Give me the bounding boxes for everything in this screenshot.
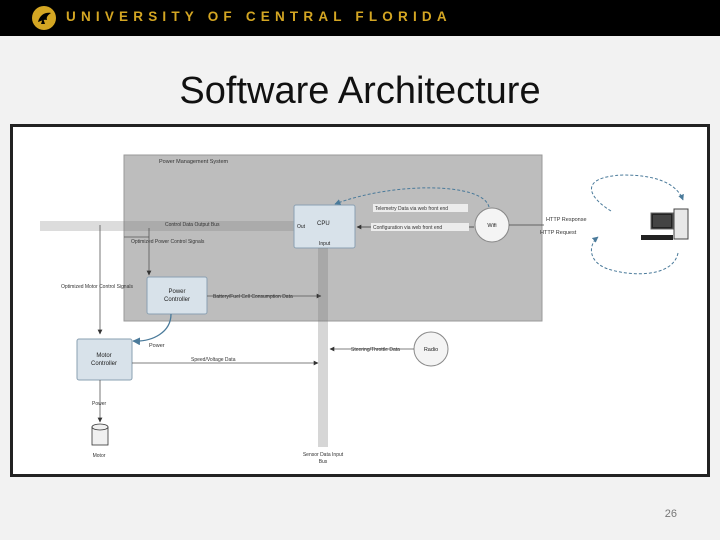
sensor-data-label-1: Sensor Data Input [303, 452, 344, 458]
power-controller-line-1: Power [168, 289, 185, 295]
sensor-data-label-2: Bus [319, 459, 328, 465]
cpu-label: CPU [317, 221, 330, 227]
telemetry-label: Telemetry Data via web front end [375, 206, 448, 212]
power-controller-line-2: Controller [164, 297, 190, 303]
pms-label: Power Management System [159, 159, 229, 165]
slide-title: Software Architecture [179, 70, 541, 112]
optimized-motor-label: Optimized Motor Control Signals [61, 284, 133, 290]
http-request-arrow [590, 236, 679, 275]
motor-power-label: Power [92, 401, 107, 407]
http-response-label: HTTP Response [546, 217, 587, 223]
cpu-out-label: Out [297, 224, 306, 230]
http-response-arrow [591, 174, 684, 212]
pegasus-logo-icon [32, 6, 56, 30]
architecture-diagram: Power Management System Control Data Out… [40, 154, 689, 465]
http-request-label: HTTP Request [540, 230, 577, 236]
motor-label: Motor [93, 453, 106, 459]
configuration-label: Configuration via web front end [373, 225, 442, 231]
motor-controller-box [76, 338, 133, 381]
motor-controller-line-2: Controller [91, 361, 117, 367]
university-banner: UNIVERSITY OF CENTRAL FLORIDA [0, 0, 720, 36]
battery-fuel-label: Battery/Fuel Cell Consumption Data [213, 294, 293, 300]
wifi-label: Wifi [487, 223, 496, 229]
steering-throttle-label: Steering/Throttle Data [351, 347, 400, 353]
motor-cylinder-icon [91, 423, 109, 446]
speed-voltage-label: Speed/Voltage Data [191, 357, 236, 363]
computer-icon [641, 208, 689, 240]
banner-title: UNIVERSITY OF CENTRAL FLORIDA [66, 9, 452, 24]
power-label: Power [149, 343, 165, 349]
radio-label: Radio [424, 347, 438, 353]
control-data-output-label: Control Data Output Bus [165, 222, 220, 228]
power-controller-box [146, 276, 208, 315]
slide-page-number: 26 [664, 508, 677, 520]
cpu-input-label: Input [319, 241, 331, 247]
diagram-frame: Power Management System Control Data Out… [10, 124, 710, 477]
optimized-power-label: Optimized Power Control Signals [131, 239, 205, 245]
motor-controller-line-1: Motor [96, 353, 111, 359]
